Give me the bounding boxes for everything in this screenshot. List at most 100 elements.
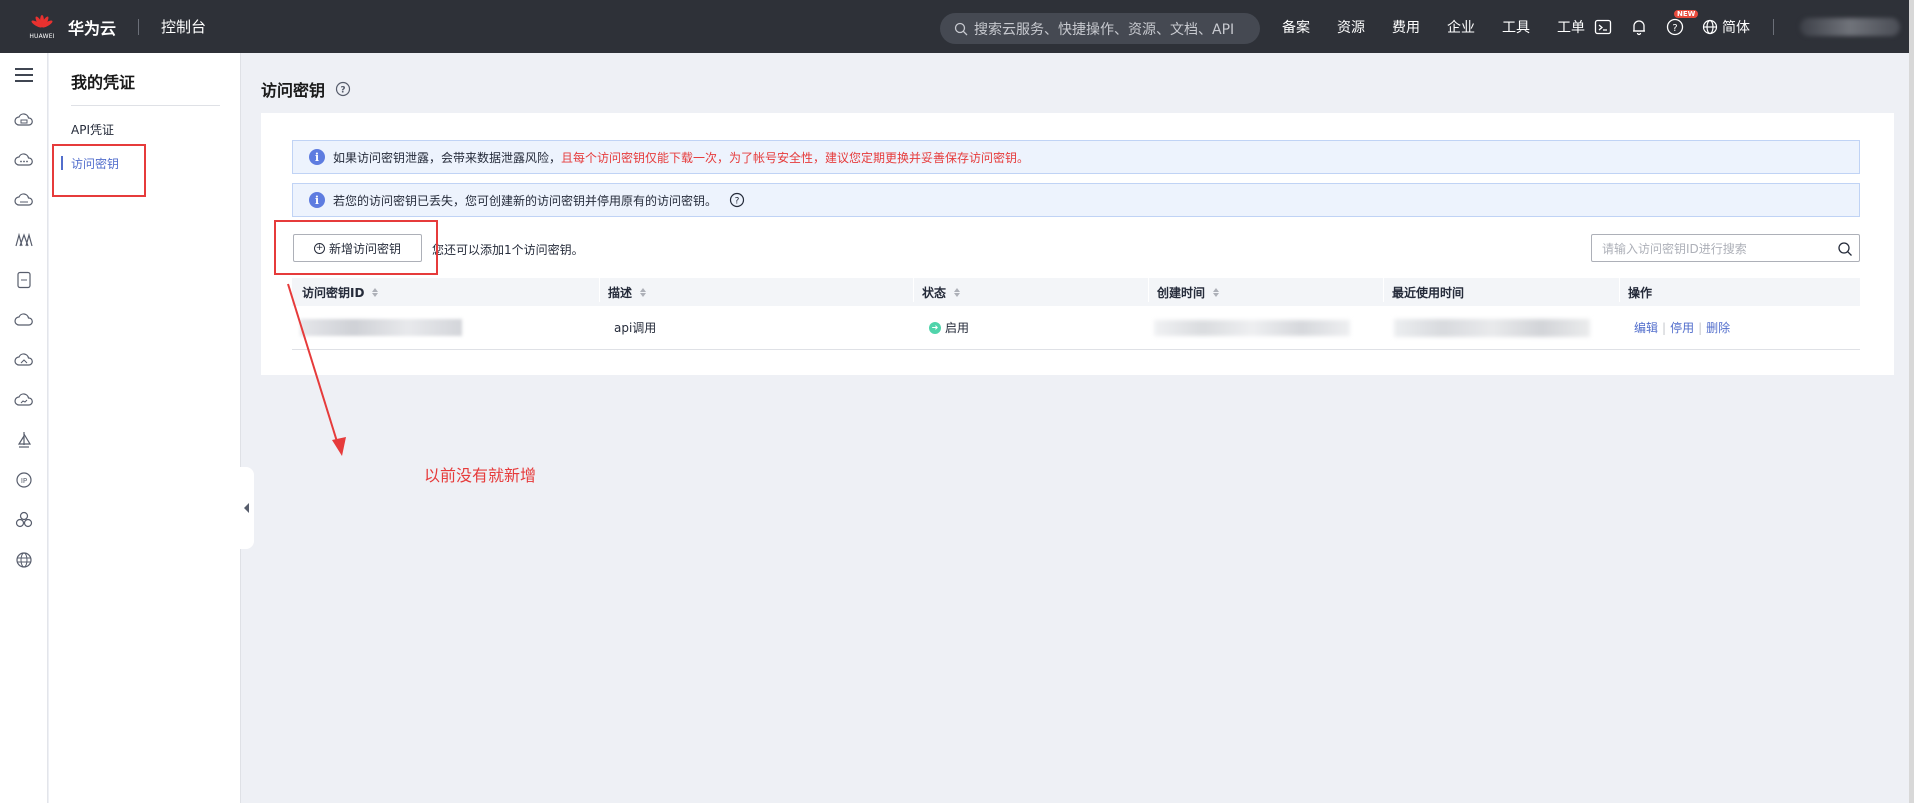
cloud-database-icon[interactable] xyxy=(12,188,36,212)
edit-link[interactable]: 编辑 xyxy=(1634,319,1658,336)
user-account-menu[interactable] xyxy=(1800,18,1900,36)
description-cell: api调用 xyxy=(614,321,657,335)
sort-icon[interactable] xyxy=(954,287,961,297)
delete-link[interactable]: 删除 xyxy=(1706,319,1730,336)
sort-icon[interactable] xyxy=(640,287,647,297)
nav-billing[interactable]: 费用 xyxy=(1392,17,1420,37)
sidebar-item-api-credentials[interactable]: API凭证 xyxy=(71,121,114,138)
remaining-quota-text: 您还可以添加1个访问密钥。 xyxy=(432,243,584,257)
caret-left-icon xyxy=(244,503,249,513)
help-circle-icon[interactable]: ? xyxy=(729,192,745,208)
lost-key-alert: i 若您的访问密钥已丢失，您可创建新的访问密钥并停用原有的访问密钥。 ? xyxy=(292,183,1860,217)
svg-text:?: ? xyxy=(1672,23,1677,34)
terminal-icon[interactable] xyxy=(1594,18,1612,36)
divider: | xyxy=(1662,320,1667,335)
nav-tools[interactable]: 工具 xyxy=(1502,17,1530,37)
help-circle-icon[interactable]: ? xyxy=(335,81,351,97)
sidebar-title: 我的凭证 xyxy=(71,73,136,92)
ip-icon[interactable]: IP xyxy=(12,468,36,492)
window-scrollbar[interactable] xyxy=(1909,0,1914,803)
sidebar-collapse-toggle[interactable] xyxy=(240,467,254,549)
disable-link[interactable]: 停用 xyxy=(1670,319,1694,336)
top-navigation-bar: HUAWEI 华为云 控制台 搜索云服务、快捷操作、资源、文档、API 备案 资… xyxy=(0,0,1914,53)
redacted-last-used-time xyxy=(1394,318,1590,337)
help-icon[interactable]: ? NEW xyxy=(1666,9,1699,36)
nav-beian[interactable]: 备案 xyxy=(1282,17,1310,37)
info-icon: i xyxy=(309,192,325,208)
menu-hamburger-icon[interactable] xyxy=(12,63,36,87)
alert-text: 如果访问密钥泄露，会带来数据泄露风险， xyxy=(333,150,562,165)
column-label: 描述 xyxy=(608,285,633,300)
annotation-highlight-box xyxy=(52,144,146,197)
column-header-created-time[interactable]: 创建时间 xyxy=(1148,277,1392,302)
svg-text:IP: IP xyxy=(21,477,27,485)
cluster-icon[interactable] xyxy=(12,508,36,532)
top-icon-group: ? NEW 简体 xyxy=(1594,0,1750,53)
alert-warning-text: 且每个访问密钥仅能下载一次，为了帐号安全性，建议您定期更换并妥善保存访问密钥。 xyxy=(561,150,1030,165)
alert-text: 若您的访问密钥已丢失，您可创建新的访问密钥并停用原有的访问密钥。 xyxy=(333,193,718,208)
column-header-status[interactable]: 状态 xyxy=(913,277,1157,302)
brand-text: HUAWEI xyxy=(29,32,55,40)
search-icon[interactable] xyxy=(1837,241,1853,257)
cloud-monitor-icon[interactable] xyxy=(12,388,36,412)
svg-text:?: ? xyxy=(340,86,345,96)
sort-icon[interactable] xyxy=(372,287,379,297)
global-search-input[interactable]: 搜索云服务、快捷操作、资源、文档、API xyxy=(940,13,1260,44)
console-link[interactable]: 控制台 xyxy=(161,16,206,37)
search-placeholder: 请输入访问密钥ID进行搜索 xyxy=(1602,241,1747,256)
column-label: 创建时间 xyxy=(1157,285,1206,300)
divider xyxy=(1773,19,1774,35)
service-icon-rail: IP xyxy=(0,53,48,803)
svg-text:?: ? xyxy=(735,197,740,207)
column-header-actions: 操作 xyxy=(1619,277,1828,302)
globe-network-icon[interactable] xyxy=(12,548,36,572)
bell-icon[interactable] xyxy=(1630,18,1648,36)
status-enabled-icon: ➜ xyxy=(929,321,941,334)
search-icon xyxy=(954,22,968,35)
sort-icon[interactable] xyxy=(1213,287,1220,297)
product-name[interactable]: 华为云 xyxy=(68,15,116,39)
globe-icon xyxy=(1702,19,1718,34)
nav-resources[interactable]: 资源 xyxy=(1337,17,1365,37)
column-header-last-used: 最近使用时间 xyxy=(1383,277,1628,302)
divider: | xyxy=(1698,320,1703,335)
annotation-arrow xyxy=(287,283,346,456)
status-label: 启用 xyxy=(945,321,970,335)
cloud-icon[interactable] xyxy=(12,308,36,332)
cloud-home-icon[interactable] xyxy=(12,348,36,372)
huawei-logo[interactable]: HUAWEI xyxy=(20,14,64,40)
huawei-petal-icon xyxy=(31,14,53,27)
cloud-more-icon[interactable] xyxy=(12,148,36,172)
redacted-created-time xyxy=(1154,319,1350,336)
network-icon[interactable] xyxy=(12,228,36,252)
cloud-ecs-icon[interactable] xyxy=(12,108,36,132)
divider xyxy=(138,18,140,35)
language-switcher[interactable]: 简体 xyxy=(1702,17,1750,37)
column-label: 状态 xyxy=(922,285,947,300)
table-row: api调用 ➜ 启用 编辑 | 停用 | 删除 xyxy=(292,306,1860,350)
created-time-cell xyxy=(1154,319,1394,336)
column-label: 操作 xyxy=(1628,285,1653,300)
column-label: 最近使用时间 xyxy=(1392,285,1465,300)
annotation-text: 以前没有就新增 xyxy=(424,466,537,485)
info-icon: i xyxy=(309,149,325,165)
language-label: 简体 xyxy=(1722,19,1750,36)
nav-tickets[interactable]: 工单 xyxy=(1557,17,1585,37)
column-header-description[interactable]: 描述 xyxy=(599,277,922,302)
nav-enterprise[interactable]: 企业 xyxy=(1447,17,1475,37)
sail-icon[interactable] xyxy=(12,428,36,452)
access-keys-table: 访问密钥ID 描述 状态 创建时间 最近使用时间 操作 api调用 ➜ 启用 编… xyxy=(292,277,1860,350)
actions-cell: 编辑 | 停用 | 删除 xyxy=(1634,319,1834,336)
storage-icon[interactable] xyxy=(12,268,36,292)
top-nav-links: 备案 资源 费用 企业 工具 工单 xyxy=(1282,0,1612,53)
new-badge: NEW xyxy=(1674,9,1699,18)
page-title-text: 访问密钥 xyxy=(261,81,326,100)
access-keys-card: i 如果访问密钥泄露，会带来数据泄露风险， 且每个访问密钥仅能下载一次，为了帐号安… xyxy=(261,113,1894,375)
access-key-search-input[interactable]: 请输入访问密钥ID进行搜索 xyxy=(1591,234,1860,262)
status-cell: ➜ 启用 xyxy=(929,319,1154,336)
security-warning-alert: i 如果访问密钥泄露，会带来数据泄露风险， 且每个访问密钥仅能下载一次，为了帐号安… xyxy=(292,140,1860,174)
table-header: 访问密钥ID 描述 状态 创建时间 最近使用时间 操作 xyxy=(292,277,1860,306)
annotation-highlight-box xyxy=(274,220,438,275)
last-used-time-cell xyxy=(1394,318,1634,337)
page-title: 访问密钥 ? xyxy=(261,77,351,101)
